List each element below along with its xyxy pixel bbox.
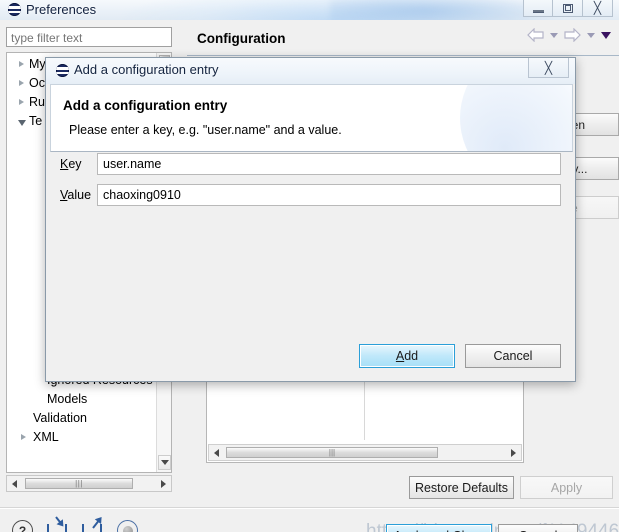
- dialog-heading: Add a configuration entry: [63, 98, 228, 113]
- chevron-down-icon[interactable]: [18, 120, 26, 126]
- tree-item-te[interactable]: Te: [18, 112, 43, 131]
- dialog-titlebar: Add a configuration entry ╳: [46, 58, 575, 84]
- export-icon: [82, 519, 102, 532]
- value-label-rest: alue: [67, 188, 92, 202]
- chevron-left-icon: [12, 479, 17, 488]
- dialog-header-glow: [460, 85, 572, 151]
- scrollbar-thumb[interactable]: |||: [25, 478, 133, 489]
- window-controls: ╳: [523, 0, 613, 17]
- close-icon: ╳: [544, 60, 553, 75]
- value-input[interactable]: chaoxing0910: [97, 184, 561, 206]
- scroll-left-button[interactable]: [7, 479, 22, 488]
- tree-item-xml[interactable]: XML: [21, 428, 59, 447]
- chevron-right-icon[interactable]: [19, 99, 24, 105]
- key-label-rest: ey: [68, 157, 82, 171]
- eclipse-icon: [56, 64, 69, 77]
- import-icon: [47, 516, 67, 532]
- export-button[interactable]: [82, 519, 104, 532]
- add-mnemonic: A: [395, 349, 405, 363]
- filter-input[interactable]: type filter text: [6, 27, 172, 47]
- minimize-button[interactable]: [523, 0, 553, 17]
- forward-arrow-icon[interactable]: [564, 28, 581, 42]
- add-label-rest: dd: [404, 349, 419, 363]
- chevron-left-icon: [214, 448, 219, 457]
- cancel-button[interactable]: Cancel: [498, 524, 578, 532]
- tree-item-label: XML: [33, 430, 59, 444]
- dialog-cancel-button[interactable]: Cancel: [465, 344, 561, 368]
- eclipse-icon: [8, 3, 21, 16]
- chevron-right-icon[interactable]: [21, 434, 26, 440]
- back-history-chevron-down-icon[interactable]: [550, 32, 558, 38]
- target-icon: [117, 520, 138, 532]
- value-label: Value: [60, 188, 91, 202]
- chevron-right-icon[interactable]: [19, 61, 24, 67]
- tree-item-label: Ru: [29, 95, 45, 109]
- key-input[interactable]: user.name: [97, 153, 561, 175]
- window-title: Preferences: [26, 2, 97, 17]
- dialog-close-button[interactable]: ╳: [528, 58, 569, 78]
- scroll-left-button[interactable]: [209, 448, 224, 457]
- tree-item-models[interactable]: Models: [47, 390, 87, 409]
- chevron-right-icon[interactable]: [19, 80, 24, 86]
- tree-item-my[interactable]: My: [19, 55, 46, 74]
- tree-item-label: Oc: [29, 76, 45, 90]
- page-title: Configuration: [197, 31, 286, 46]
- dialog-title: Add a configuration entry: [74, 62, 219, 77]
- import-button[interactable]: [47, 516, 69, 532]
- scroll-down-button[interactable]: [158, 455, 171, 470]
- scrollbar-thumb[interactable]: |||: [226, 447, 438, 458]
- apply-and-close-button[interactable]: Apply and Close: [386, 524, 492, 532]
- footer-divider-highlight: [0, 508, 619, 509]
- maximize-button[interactable]: [553, 0, 583, 17]
- tree-item-label: Models: [47, 392, 88, 406]
- forward-history-chevron-down-icon[interactable]: [587, 32, 595, 38]
- maximize-icon: [562, 3, 573, 13]
- arrow-up-icon: [92, 519, 100, 529]
- title-divider: [187, 55, 619, 56]
- help-button[interactable]: ?: [12, 520, 34, 532]
- back-arrow-icon[interactable]: [527, 28, 544, 42]
- key-field-row: Key user.name: [50, 153, 573, 177]
- tree-item-oc[interactable]: Oc: [19, 74, 45, 93]
- view-menu-icon[interactable]: [601, 31, 611, 39]
- close-button[interactable]: ╳: [583, 0, 613, 17]
- tree-item-label: Te: [29, 114, 43, 128]
- value-field-row: Value chaoxing0910: [50, 184, 573, 208]
- dialog-form: Key user.name Value chaoxing0910: [50, 153, 573, 215]
- tree-item-ru[interactable]: Ru: [19, 93, 45, 112]
- minimize-icon: [532, 8, 544, 13]
- chevron-down-icon: [160, 460, 169, 465]
- page-nav-toolbar: [527, 28, 611, 42]
- scroll-right-button[interactable]: [506, 448, 521, 457]
- footer-icon-group: ?: [12, 516, 139, 532]
- chevron-right-icon: [161, 479, 166, 488]
- help-icon: ?: [12, 520, 33, 532]
- apply-button: Apply: [520, 476, 613, 499]
- dialog-button-row: Add Cancel: [359, 344, 561, 368]
- add-configuration-entry-dialog: Add a configuration entry ╳ Add a config…: [45, 57, 576, 382]
- tree-horizontal-scrollbar[interactable]: |||: [6, 475, 172, 492]
- dialog-add-button[interactable]: Add: [359, 344, 455, 368]
- scroll-right-button[interactable]: [156, 479, 171, 488]
- close-icon: ╳: [593, 1, 602, 15]
- chevron-right-icon: [511, 448, 516, 457]
- tree-item-validation[interactable]: Validation: [33, 409, 87, 428]
- window-titlebar: Preferences ╳: [0, 0, 619, 20]
- key-label: Key: [60, 157, 82, 171]
- table-horizontal-scrollbar[interactable]: |||: [208, 444, 522, 461]
- target-button[interactable]: [117, 520, 139, 532]
- arrow-down-icon: [55, 516, 63, 526]
- dialog-header: Add a configuration entry Please enter a…: [50, 84, 573, 152]
- tree-item-label: My: [29, 57, 46, 71]
- dialog-message: Please enter a key, e.g. "user.name" and…: [69, 123, 342, 137]
- restore-defaults-button[interactable]: Restore Defaults: [409, 476, 514, 499]
- preferences-window: Preferences ╳ type filter text My Oc Ru …: [0, 0, 619, 532]
- tree-item-label: Validation: [33, 411, 87, 425]
